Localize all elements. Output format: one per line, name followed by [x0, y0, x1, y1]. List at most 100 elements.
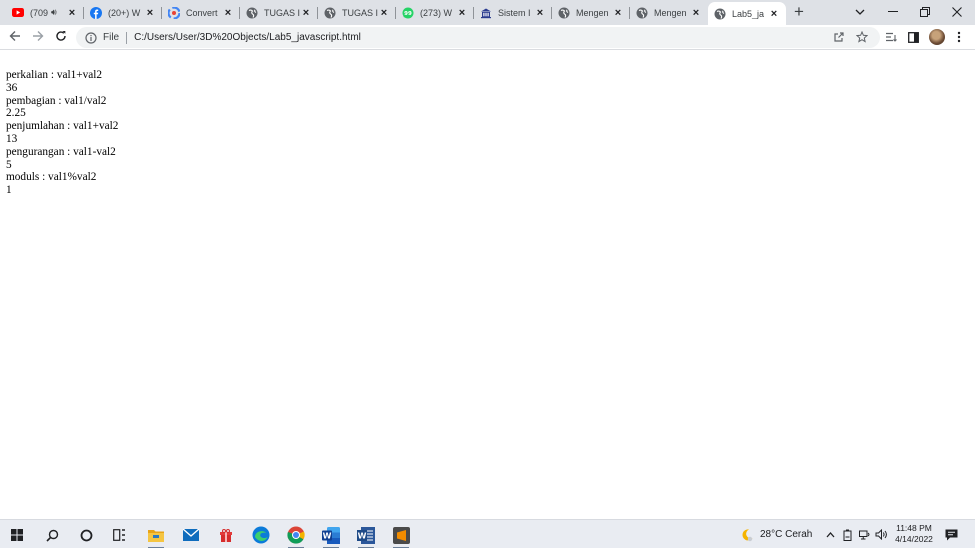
tab-title: Mengen: [654, 7, 687, 18]
tab-title: Convert: [186, 7, 218, 18]
facebook-icon: [90, 6, 102, 19]
mail-button[interactable]: [180, 524, 202, 546]
clock[interactable]: 11:48 PM 4/14/2022: [890, 523, 938, 545]
gift-app-button[interactable]: [215, 524, 237, 546]
folder-icon: [148, 529, 164, 542]
globe-icon: [324, 7, 336, 19]
profile-avatar[interactable]: [929, 29, 945, 45]
bookmark-button[interactable]: [854, 29, 870, 45]
chrome-icon: [287, 526, 305, 544]
back-button[interactable]: [6, 29, 24, 46]
mail-icon: [183, 529, 199, 541]
output-line: 13: [6, 132, 18, 145]
menu-button[interactable]: [951, 29, 967, 45]
tab-convert[interactable]: Convert ×: [162, 2, 240, 23]
minimize-button[interactable]: [878, 2, 908, 22]
weather-widget[interactable]: 28°C Cerah: [740, 520, 812, 548]
word-button-1[interactable]: W: [320, 524, 342, 548]
output-line: 5: [6, 158, 12, 171]
gift-icon: [220, 528, 232, 542]
tab-sistem[interactable]: Sistem I ×: [474, 2, 552, 23]
sublime-text-icon: [392, 526, 410, 544]
notification-icon: [945, 529, 958, 540]
show-hidden-icons-button[interactable]: [826, 520, 835, 548]
task-view-icon: [112, 529, 125, 541]
side-panel-button[interactable]: [905, 29, 921, 45]
chevron-down-icon: [855, 9, 865, 15]
forward-button[interactable]: [29, 29, 47, 46]
info-icon[interactable]: [85, 31, 97, 44]
output-line: pembagian : val1/val2: [6, 94, 107, 107]
speaker-icon[interactable]: 🔊︎: [51, 7, 63, 18]
tab-whatsapp[interactable]: 99 (273) W ×: [396, 2, 474, 23]
close-icon[interactable]: ×: [456, 7, 468, 19]
file-explorer-button[interactable]: [145, 524, 167, 548]
close-icon[interactable]: ×: [768, 8, 780, 20]
scheme-label: File: [103, 32, 120, 43]
close-icon[interactable]: ×: [66, 7, 78, 19]
sublime-text-button[interactable]: [390, 524, 412, 548]
tab-lab5[interactable]: Lab5_ja ×: [708, 2, 786, 25]
tab-mengen-2[interactable]: Mengen ×: [630, 2, 708, 23]
tab-title: TUGAS I: [342, 7, 378, 18]
tab-title: (273) W: [420, 7, 453, 18]
close-icon[interactable]: ×: [534, 7, 546, 19]
google-icon: [168, 6, 180, 19]
close-icon[interactable]: ×: [144, 7, 156, 19]
tab-tugas-2[interactable]: TUGAS I ×: [318, 2, 396, 23]
address-bar[interactable]: File C:/Users/User/3D%20Objects/Lab5_jav…: [76, 27, 880, 48]
tab-mengen-1[interactable]: Mengen ×: [552, 2, 630, 23]
edge-icon: [252, 526, 270, 544]
cortana-button[interactable]: [75, 524, 97, 546]
clock-date: 4/14/2022: [895, 534, 933, 544]
task-view-button[interactable]: [108, 524, 130, 546]
new-tab-button[interactable]: +: [790, 3, 808, 21]
share-button[interactable]: [831, 29, 847, 45]
whatsapp-icon: 99: [402, 7, 414, 19]
globe-icon: [714, 8, 726, 20]
svg-text:99: 99: [404, 11, 412, 17]
globe-icon: [636, 7, 648, 19]
close-window-button[interactable]: [942, 2, 972, 22]
network-button[interactable]: [859, 520, 871, 548]
taskbar: W W 28°C Cerah 11:48 PM 4/14/2022: [0, 519, 975, 548]
reload-button[interactable]: [52, 29, 70, 46]
output-line: moduls : val1%val2: [6, 171, 97, 184]
search-button[interactable]: [41, 524, 63, 546]
tab-facebook[interactable]: (20+) W ×: [84, 2, 162, 23]
start-button[interactable]: [6, 524, 28, 546]
close-icon[interactable]: ×: [222, 7, 234, 19]
search-icon: [45, 529, 58, 542]
output-line: pengurangan : val1-val2: [6, 145, 116, 158]
globe-icon: [246, 7, 258, 19]
svg-text:W: W: [323, 531, 332, 540]
clock-time: 11:48 PM: [896, 523, 932, 533]
arrow-left-icon: [9, 31, 20, 41]
notifications-button[interactable]: [945, 520, 958, 548]
minimize-icon: [888, 11, 898, 12]
close-icon[interactable]: ×: [612, 7, 624, 19]
chevron-up-icon: [826, 531, 835, 537]
word-button-2[interactable]: W: [355, 524, 377, 548]
close-icon[interactable]: ×: [690, 7, 702, 19]
edge-button[interactable]: [250, 524, 272, 546]
omnibox-divider: [126, 31, 128, 44]
tab-search-button[interactable]: [845, 2, 875, 22]
restore-button[interactable]: [910, 2, 940, 22]
chrome-button[interactable]: [285, 524, 307, 548]
restore-icon: [920, 7, 930, 17]
tab-title: Sistem I: [498, 7, 531, 18]
tab-tugas-1[interactable]: TUGAS I ×: [240, 2, 318, 23]
reload-icon: [56, 31, 66, 41]
tab-title: (709: [30, 7, 49, 18]
battery-button[interactable]: [843, 520, 853, 548]
output-line: penjumlahan : val1+val2: [6, 120, 119, 133]
close-icon[interactable]: ×: [378, 7, 390, 19]
reading-list-button[interactable]: [883, 29, 899, 45]
tab-title: TUGAS I: [264, 7, 300, 18]
url-text[interactable]: C:/Users/User/3D%20Objects/Lab5_javascri…: [134, 32, 361, 43]
close-icon[interactable]: ×: [300, 7, 312, 19]
output-line: 36: [6, 81, 18, 94]
tab-youtube[interactable]: (709 🔊︎ ×: [6, 2, 84, 23]
volume-button[interactable]: [875, 520, 888, 548]
